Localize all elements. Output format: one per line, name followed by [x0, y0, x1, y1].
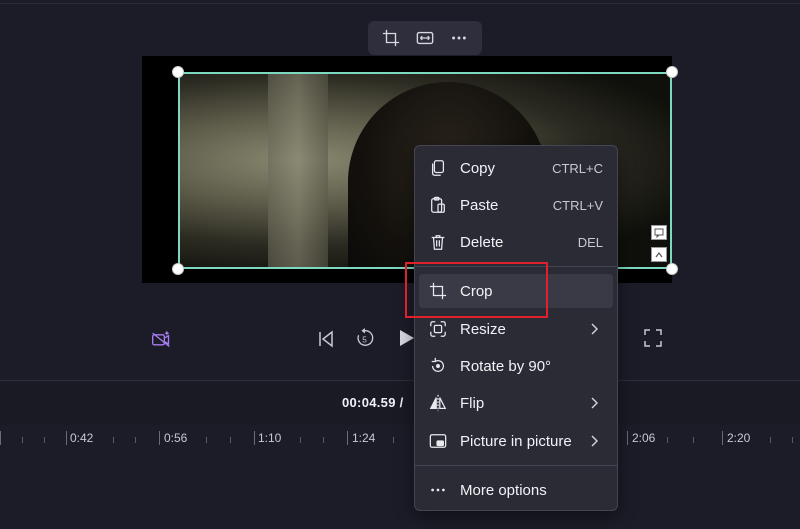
menu-item-label: Picture in picture	[460, 432, 572, 450]
tick-label: 0:56	[164, 431, 188, 445]
chevron-right-icon	[587, 322, 601, 336]
crop-icon	[428, 281, 448, 301]
menu-item-label: Delete	[460, 233, 504, 251]
tick-mark	[113, 437, 114, 443]
menu-item-label: Crop	[460, 282, 493, 300]
ai-enhance-button[interactable]	[149, 327, 173, 351]
menu-item-delete[interactable]: Delete DEL	[419, 225, 613, 259]
skip-start-icon	[319, 330, 333, 348]
tick-label: 1:10	[258, 431, 282, 445]
fullscreen-icon	[644, 329, 662, 347]
menu-item-label: Paste	[460, 196, 499, 214]
tick-mark	[393, 437, 394, 443]
chevron-right-icon	[587, 434, 601, 448]
tick-mark	[722, 431, 723, 445]
tick-mark	[693, 437, 694, 443]
tick-mark	[230, 437, 231, 443]
menu-separator	[415, 465, 617, 466]
chevron-right-icon	[587, 396, 601, 410]
tick-mark	[667, 437, 668, 443]
magic-camera-icon	[152, 330, 170, 348]
menu-item-more-options[interactable]: More options	[419, 473, 613, 507]
menu-item-flip[interactable]: Flip	[419, 386, 613, 420]
timeline-ruler[interactable]	[0, 425, 800, 529]
menu-item-shortcut: DEL	[577, 234, 603, 250]
current-time-readout: 00:04.59 /	[342, 395, 404, 410]
clip-context-menu: Copy CTRL+C Paste CTRL+V Delete DEL Crop…	[414, 145, 618, 511]
fullscreen-button[interactable]	[642, 327, 664, 349]
menu-item-shortcut: CTRL+V	[552, 197, 603, 213]
resize-handle-top-left[interactable]	[172, 66, 184, 78]
tick-mark	[135, 437, 136, 443]
tick-mark	[44, 437, 45, 443]
tick-mark	[254, 431, 255, 445]
pip-icon	[428, 431, 448, 451]
caption-mini-button[interactable]	[651, 225, 667, 240]
collapse-mini-button[interactable]	[651, 247, 667, 262]
tick-mark	[0, 431, 1, 445]
tick-mark	[323, 437, 324, 443]
menu-item-label: Copy	[460, 159, 496, 177]
trash-icon	[428, 232, 448, 252]
menu-item-label: Rotate by 90°	[460, 357, 552, 375]
fit-width-icon	[416, 31, 434, 45]
menu-item-shortcut: CTRL+C	[552, 160, 603, 176]
play-button[interactable]	[396, 325, 416, 351]
toolbar-fit-button[interactable]	[412, 25, 438, 51]
menu-item-crop[interactable]: Crop	[419, 274, 613, 308]
menu-item-label: More options	[460, 481, 547, 499]
menu-item-paste[interactable]: Paste CTRL+V	[419, 188, 613, 222]
tick-label: 0:42	[70, 431, 94, 445]
copy-icon	[428, 158, 448, 178]
resize-handle-bottom-right[interactable]	[666, 263, 678, 275]
rewind-5-icon: 5	[357, 328, 374, 346]
menu-item-picture-in-picture[interactable]: Picture in picture	[419, 424, 613, 458]
menu-item-copy[interactable]: Copy CTRL+C	[419, 151, 613, 185]
menu-item-label: Resize	[460, 320, 506, 338]
tick-mark	[770, 437, 771, 443]
tick-mark	[792, 437, 793, 443]
clip-floating-toolbar	[368, 21, 482, 55]
tick-mark	[627, 431, 628, 445]
tick-mark	[22, 437, 23, 443]
tick-mark	[300, 437, 301, 443]
menu-item-resize[interactable]: Resize	[419, 312, 613, 346]
tick-label: 1:24	[352, 431, 376, 445]
tick-mark	[66, 431, 67, 445]
chevron-up-icon	[655, 251, 663, 257]
resize-handle-bottom-left[interactable]	[172, 263, 184, 275]
top-divider	[0, 3, 800, 4]
tick-mark	[159, 431, 160, 445]
menu-item-rotate[interactable]: Rotate by 90°	[419, 349, 613, 383]
tick-mark	[206, 437, 207, 443]
crop-icon	[382, 29, 400, 47]
skip-back-5s-button[interactable]: 5	[352, 325, 378, 351]
ellipsis-icon	[428, 480, 448, 500]
tick-mark	[347, 431, 348, 445]
toolbar-crop-button[interactable]	[378, 25, 404, 51]
menu-item-label: Flip	[460, 394, 485, 412]
tick-label: 2:06	[632, 431, 656, 445]
video-image-curtain	[268, 72, 328, 269]
menu-separator	[415, 266, 617, 267]
flip-icon	[428, 393, 448, 413]
more-icon	[452, 36, 466, 40]
rotate-icon	[428, 356, 448, 376]
skip-to-start-button[interactable]	[314, 327, 338, 351]
paste-icon	[428, 195, 448, 215]
toolbar-more-button[interactable]	[446, 25, 472, 51]
play-icon	[400, 330, 414, 346]
tick-label: 2:20	[727, 431, 751, 445]
resize-icon	[428, 319, 448, 339]
speech-bubble-icon	[654, 228, 664, 238]
skip-back-seconds: 5	[362, 336, 367, 345]
resize-handle-top-right[interactable]	[666, 66, 678, 78]
